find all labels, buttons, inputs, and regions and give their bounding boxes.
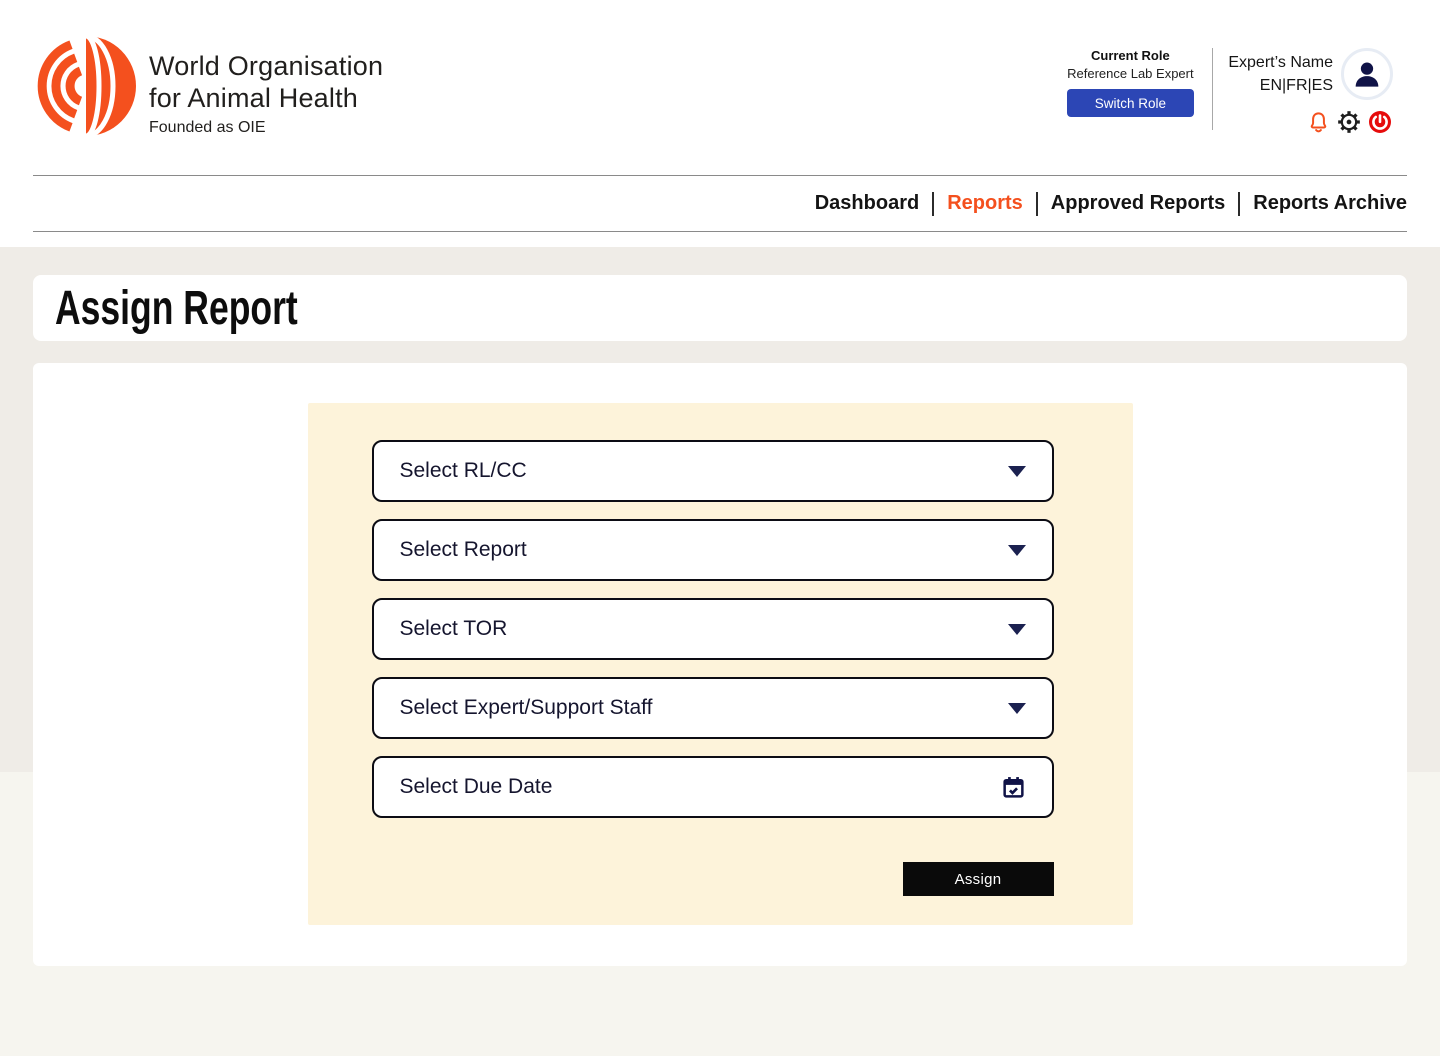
- calendar-icon: [1001, 775, 1026, 800]
- woah-logo-icon: [33, 34, 139, 138]
- org-name-line2: for Animal Health: [149, 82, 383, 114]
- select-rlcc-dropdown[interactable]: Select RL/CC: [372, 440, 1054, 502]
- chevron-down-icon: [1008, 703, 1026, 714]
- main-area: Assign Report Select RL/CC Select Report…: [0, 232, 1440, 1056]
- nav-item-reports-archive[interactable]: Reports Archive: [1253, 192, 1407, 215]
- brand-tagline: Founded as OIE: [149, 119, 383, 137]
- gear-icon: [1336, 109, 1362, 135]
- brand: World Organisation for Animal Health Fou…: [33, 34, 383, 138]
- select-tor-dropdown[interactable]: Select TOR: [372, 598, 1054, 660]
- settings-button[interactable]: [1336, 109, 1362, 135]
- assign-button-row: Assign: [372, 862, 1054, 896]
- select-due-date-field[interactable]: Select Due Date: [372, 756, 1054, 818]
- content: Assign Report Select RL/CC Select Report…: [0, 232, 1440, 966]
- assign-report-form: Select RL/CC Select Report Select TOR Se…: [308, 403, 1133, 925]
- chevron-down-icon: [1008, 466, 1026, 477]
- header-icon-row: [1305, 109, 1393, 135]
- dropdown-label: Select TOR: [400, 617, 508, 641]
- user-icon: [1351, 58, 1383, 90]
- nav-separator: [1036, 192, 1038, 216]
- assign-button[interactable]: Assign: [903, 862, 1054, 896]
- user-identity: Expert’s Name EN|FR|ES: [1228, 48, 1393, 100]
- select-expert-dropdown[interactable]: Select Expert/Support Staff: [372, 677, 1054, 739]
- chevron-down-icon: [1008, 624, 1026, 635]
- user-texts: Expert’s Name EN|FR|ES: [1228, 48, 1333, 95]
- assign-report-card: Select RL/CC Select Report Select TOR Se…: [33, 363, 1407, 966]
- nav-item-approved-reports[interactable]: Approved Reports: [1051, 192, 1225, 215]
- current-role-value: Reference Lab Expert: [1064, 66, 1196, 81]
- current-role-box: Current Role Reference Lab Expert Switch…: [1064, 48, 1196, 117]
- bell-icon: [1306, 110, 1331, 135]
- user-name: Expert’s Name: [1228, 54, 1333, 72]
- logout-button[interactable]: [1367, 109, 1393, 135]
- current-role-label: Current Role: [1064, 48, 1196, 63]
- nav-separator: [1238, 192, 1240, 216]
- language-switcher[interactable]: EN|FR|ES: [1228, 77, 1333, 95]
- select-report-dropdown[interactable]: Select Report: [372, 519, 1054, 581]
- org-name-line1: World Organisation: [149, 50, 383, 82]
- switch-role-button[interactable]: Switch Role: [1067, 89, 1194, 117]
- app-header: World Organisation for Animal Health Fou…: [0, 0, 1440, 175]
- calendar-icon-wrap: [1001, 775, 1026, 800]
- dropdown-label: Select Report: [400, 538, 527, 562]
- nav-separator: [932, 192, 934, 216]
- user-box: Expert’s Name EN|FR|ES: [1228, 48, 1393, 135]
- notifications-button[interactable]: [1305, 109, 1331, 135]
- power-icon: [1368, 110, 1392, 134]
- header-vertical-divider: [1212, 48, 1213, 130]
- dropdown-label: Select Expert/Support Staff: [400, 696, 653, 720]
- page-title-bar: Assign Report: [33, 275, 1407, 341]
- dropdown-label: Select RL/CC: [400, 459, 527, 483]
- nav-item-dashboard[interactable]: Dashboard: [815, 192, 919, 215]
- user-cluster: Current Role Reference Lab Expert Switch…: [1064, 48, 1393, 135]
- chevron-down-icon: [1008, 545, 1026, 556]
- brand-text: World Organisation for Animal Health Fou…: [149, 34, 383, 138]
- page-title: Assign Report: [55, 281, 298, 336]
- dropdown-label: Select Due Date: [400, 775, 553, 799]
- avatar[interactable]: [1341, 48, 1393, 100]
- main-nav: Dashboard Reports Approved Reports Repor…: [33, 175, 1407, 232]
- nav-item-reports[interactable]: Reports: [947, 192, 1023, 215]
